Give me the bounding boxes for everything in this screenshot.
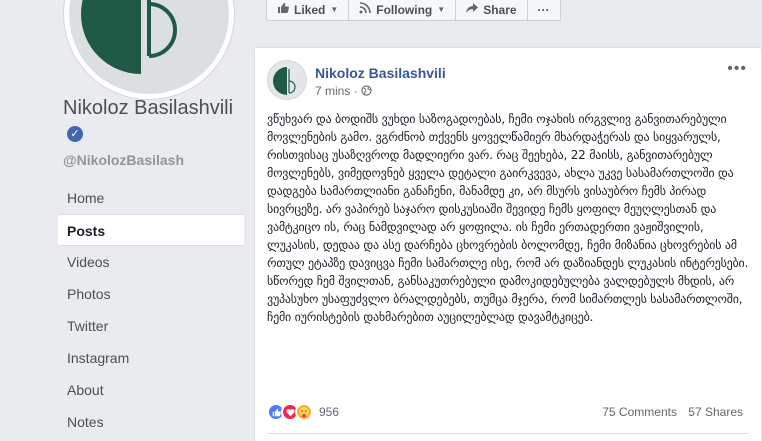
- liked-label: Liked: [294, 2, 326, 17]
- liked-button[interactable]: Liked ▼: [267, 0, 350, 20]
- post-body-text: ვწუხვარ და ბოდიშს ვუხდი საზოგადოებას, ჩე…: [267, 112, 749, 324]
- post-options-icon[interactable]: •••: [727, 60, 747, 78]
- nav-item-posts[interactable]: Posts: [58, 214, 244, 246]
- more-dots-icon: ···: [537, 2, 550, 17]
- care-reaction-icon: [295, 403, 313, 421]
- post-stats: 75 Comments 57 Shares: [602, 405, 743, 419]
- more-options-button[interactable]: ···: [528, 0, 560, 20]
- page-name-text[interactable]: Nikoloz Basilashvili: [63, 97, 233, 119]
- share-label: Share: [483, 2, 517, 17]
- thumbs-up-icon: [277, 2, 289, 17]
- page-action-bar: Liked ▼ Following ▼ Share ···: [266, 0, 561, 21]
- nav-item-videos[interactable]: Videos: [58, 246, 244, 278]
- reactions-summary[interactable]: 956: [267, 403, 339, 421]
- page-handle[interactable]: @NikolozBasilash: [63, 152, 184, 168]
- nav-item-instagram[interactable]: Instagram: [58, 342, 244, 374]
- post-author-avatar[interactable]: [267, 60, 307, 100]
- chevron-down-icon: ▼: [437, 5, 446, 14]
- rss-icon: [359, 2, 372, 17]
- post-meta: 7 mins ·: [315, 84, 372, 98]
- comments-count-link[interactable]: 75 Comments: [602, 405, 677, 419]
- post-card: Nikoloz Basilashvili 7 mins · ••• ვწუხვა…: [254, 47, 762, 441]
- post-author-link[interactable]: Nikoloz Basilashvili: [315, 65, 446, 81]
- share-arrow-icon: [466, 2, 479, 17]
- shares-count-link[interactable]: 57 Shares: [688, 405, 743, 419]
- meta-separator: ·: [353, 84, 358, 98]
- post-timestamp[interactable]: 7 mins: [315, 84, 350, 98]
- following-button[interactable]: Following ▼: [349, 0, 457, 20]
- nav-item-about[interactable]: About: [58, 374, 244, 406]
- page-title[interactable]: Nikoloz Basilashvili ✓: [63, 96, 243, 146]
- nav-item-twitter[interactable]: Twitter: [58, 310, 244, 342]
- page-nav: Home Posts Videos Photos Twitter Instagr…: [58, 182, 244, 438]
- nav-item-home[interactable]: Home: [58, 182, 244, 214]
- verified-badge-icon: ✓: [67, 126, 83, 142]
- share-button[interactable]: Share: [456, 0, 528, 20]
- following-label: Following: [376, 2, 433, 17]
- chevron-down-icon: ▼: [330, 5, 339, 14]
- nav-item-photos[interactable]: Photos: [58, 278, 244, 310]
- profile-logo: [69, 0, 229, 94]
- reaction-count: 956: [319, 405, 340, 419]
- profile-picture[interactable]: [63, 0, 235, 100]
- post-divider: [267, 433, 749, 434]
- nav-item-notes[interactable]: Notes: [58, 406, 244, 438]
- globe-icon[interactable]: [361, 84, 372, 98]
